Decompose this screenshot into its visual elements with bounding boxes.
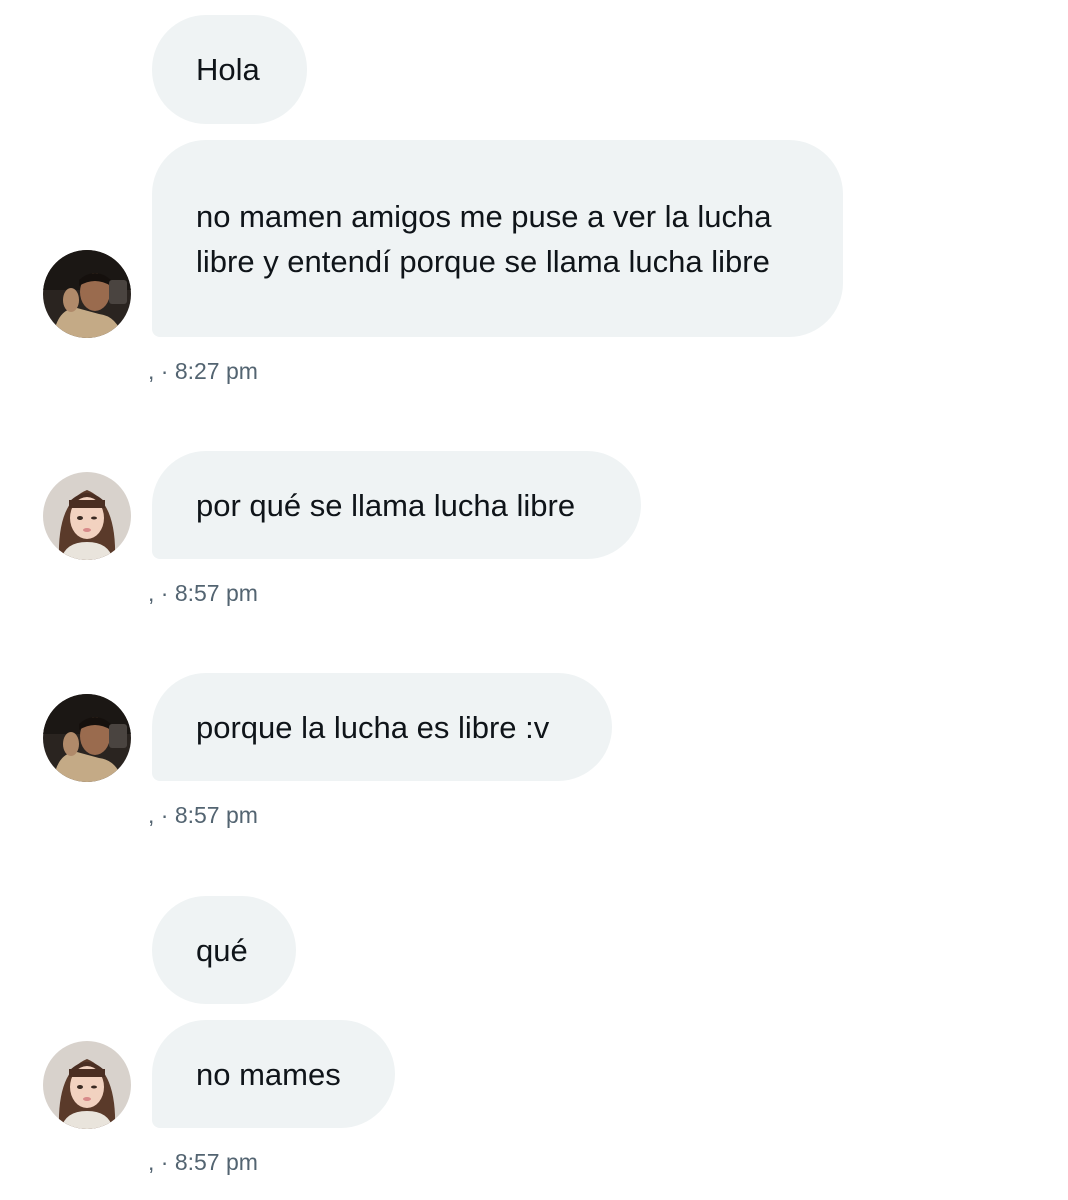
message-text: por qué se llama lucha libre (196, 487, 576, 523)
message-bubble[interactable]: no mamen amigos me puse a ver la lucha l… (152, 140, 843, 337)
user-avatar[interactable] (43, 250, 131, 338)
avatar-image-female (43, 1041, 131, 1129)
avatar-image-male (43, 694, 131, 782)
message-bubble[interactable]: qué (152, 896, 296, 1004)
timestamp: , · 8:27 pm (148, 358, 258, 384)
message-text: porque la lucha es libre :v (196, 709, 550, 745)
timestamp: , · 8:57 pm (148, 802, 258, 828)
message-text: Hola (196, 52, 260, 87)
message-bubble[interactable]: porque la lucha es libre :v (152, 673, 612, 781)
message-bubble[interactable]: por qué se llama lucha libre (152, 451, 641, 559)
message-text: qué (196, 932, 248, 968)
timestamp: , · 8:57 pm (148, 1149, 258, 1175)
timestamp: , · 8:57 pm (148, 580, 258, 606)
user-avatar[interactable] (43, 694, 131, 782)
avatar-image-female (43, 472, 131, 560)
message-bubble[interactable]: Hola (152, 15, 307, 124)
message-bubble[interactable]: no mames (152, 1020, 395, 1128)
avatar-image-male (43, 250, 131, 338)
user-avatar[interactable] (43, 472, 131, 560)
message-text: no mames (196, 1056, 341, 1092)
message-text: no mamen amigos me puse a ver la lucha l… (196, 198, 772, 279)
user-avatar[interactable] (43, 1041, 131, 1129)
